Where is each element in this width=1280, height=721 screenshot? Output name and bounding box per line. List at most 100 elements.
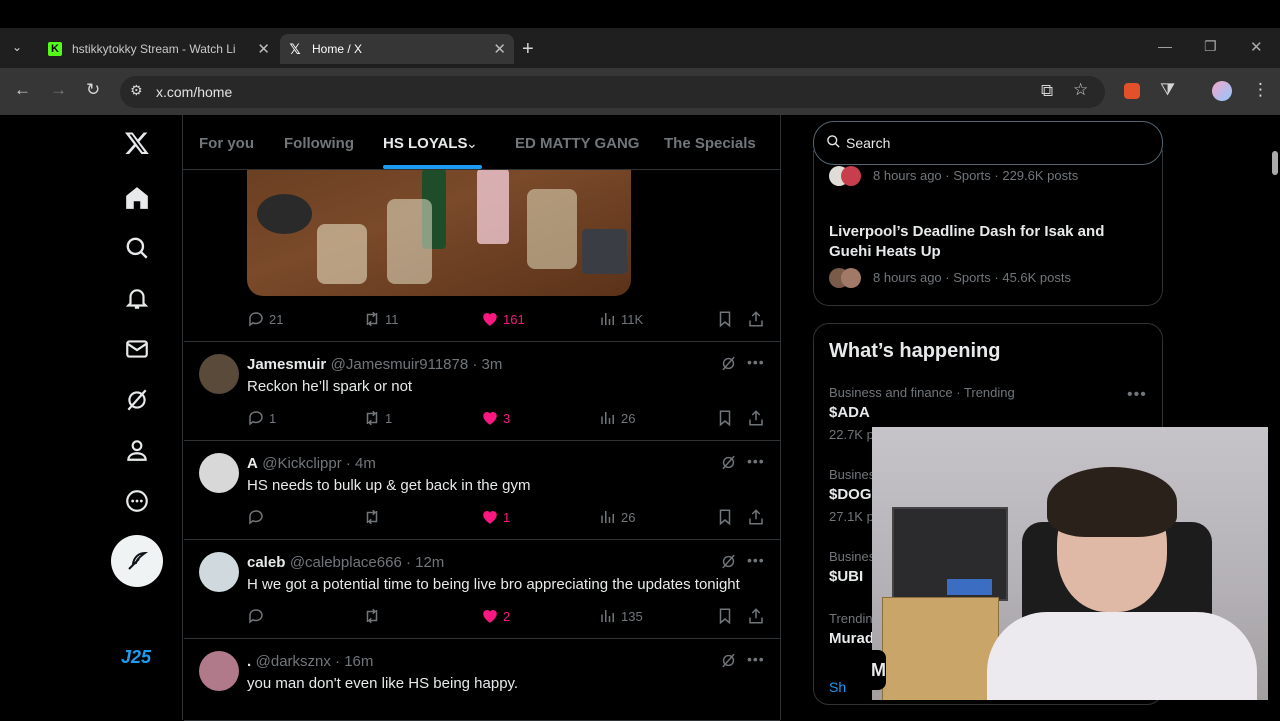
- tab-title: Home / X: [312, 42, 363, 56]
- minimize-icon[interactable]: —: [1158, 38, 1172, 54]
- trend-title[interactable]: Liverpool’s Deadline Dash for Isak and G…: [829, 222, 1149, 262]
- user-handle[interactable]: @darksznx · 16m: [256, 653, 374, 670]
- grok-explain-icon[interactable]: [720, 355, 737, 377]
- repost-action[interactable]: 1: [363, 409, 392, 427]
- profile-avatar[interactable]: [1212, 81, 1232, 101]
- address-text[interactable]: x.com/home: [156, 84, 232, 100]
- avatar[interactable]: [199, 354, 239, 394]
- address-bar[interactable]: [120, 76, 1105, 108]
- grok-explain-icon[interactable]: [720, 454, 737, 476]
- tab-following[interactable]: Following: [284, 135, 354, 152]
- messages-drawer-button[interactable]: M: [846, 650, 886, 690]
- post-header: A @Kickclippr · 4m: [247, 455, 376, 473]
- dresser: [882, 597, 999, 700]
- share-icon[interactable]: [747, 310, 765, 333]
- trend-title[interactable]: $ADA: [829, 404, 870, 421]
- trend-title[interactable]: Murad: [829, 630, 874, 647]
- scrollbar-thumb[interactable]: [1272, 151, 1278, 175]
- tab-for-you[interactable]: For you: [199, 135, 254, 152]
- bookmark-icon[interactable]: [716, 409, 734, 432]
- views-action[interactable]: 26: [599, 508, 635, 526]
- bookmark-star-icon[interactable]: ☆: [1073, 80, 1088, 100]
- user-handle[interactable]: @Kickclippr · 4m: [262, 455, 376, 472]
- user-name[interactable]: Jamesmuir: [247, 356, 326, 373]
- extensions-puzzle-icon[interactable]: ⧩: [1160, 80, 1175, 100]
- like-action[interactable]: 2: [481, 607, 510, 625]
- browser-tab-kick[interactable]: K hstikkytokky Stream - Watch Li ✕: [42, 34, 278, 64]
- views-action[interactable]: 26: [599, 409, 635, 427]
- bookmark-icon[interactable]: [716, 607, 734, 630]
- more-options-icon[interactable]: •••: [747, 552, 765, 568]
- views-action[interactable]: 135: [599, 607, 643, 625]
- avatar[interactable]: [199, 552, 239, 592]
- account-badge[interactable]: J25: [121, 647, 151, 668]
- browser-tab-x[interactable]: 𝕏 Home / X ✕: [280, 34, 514, 64]
- reply-action[interactable]: [247, 607, 269, 625]
- search-placeholder[interactable]: Search: [846, 135, 890, 151]
- forward-icon[interactable]: →: [50, 80, 67, 100]
- like-action[interactable]: 3: [481, 409, 510, 427]
- repost-icon: [366, 311, 378, 327]
- reply-action[interactable]: [247, 508, 269, 526]
- extension-icon[interactable]: [1124, 83, 1140, 99]
- tab-hs-loyals[interactable]: HS LOYALS: [383, 135, 467, 152]
- heart-filled-icon: [483, 511, 497, 524]
- more-options-icon[interactable]: •••: [1127, 386, 1147, 404]
- grok-explain-icon[interactable]: [720, 553, 737, 575]
- close-tab-icon[interactable]: ✕: [257, 40, 270, 58]
- restore-icon[interactable]: ❐: [1204, 38, 1217, 55]
- chevron-down-icon[interactable]: ⌄: [466, 135, 478, 152]
- close-window-icon[interactable]: ✕: [1250, 38, 1263, 56]
- x-logo-icon[interactable]: [118, 124, 156, 162]
- user-handle[interactable]: @calebplace666 · 12m: [290, 554, 444, 571]
- close-tab-icon[interactable]: ✕: [493, 40, 506, 58]
- tab-search-icon[interactable]: ⌄: [12, 40, 22, 54]
- notifications-bell-icon[interactable]: [118, 280, 156, 318]
- views-action[interactable]: 11K: [599, 310, 643, 328]
- box: [947, 579, 992, 595]
- user-handle[interactable]: @Jamesmuir911878 · 3m: [331, 356, 503, 373]
- repost-action[interactable]: [363, 508, 385, 526]
- reply-action[interactable]: 21: [247, 310, 283, 328]
- new-tab-icon[interactable]: +: [522, 38, 534, 61]
- user-name[interactable]: .: [247, 653, 251, 670]
- share-icon[interactable]: [747, 508, 765, 531]
- bookmark-icon[interactable]: [716, 508, 734, 531]
- install-app-icon[interactable]: ⧉: [1041, 81, 1053, 101]
- repost-icon: [366, 410, 378, 426]
- bookmark-icon[interactable]: [716, 310, 734, 333]
- more-options-icon[interactable]: •••: [747, 354, 765, 370]
- home-icon[interactable]: [118, 179, 156, 217]
- trend-title[interactable]: $UBI: [829, 568, 863, 585]
- compose-post-button[interactable]: [111, 535, 163, 587]
- grok-icon[interactable]: [118, 381, 156, 419]
- repost-action[interactable]: 11: [363, 310, 399, 328]
- tab-the-specials[interactable]: The Specials: [664, 135, 756, 152]
- share-icon[interactable]: [747, 409, 765, 432]
- menu-dots-icon[interactable]: ⋮: [1252, 80, 1269, 100]
- page-scrollbar[interactable]: [1268, 115, 1280, 720]
- tab-ed-matty-gang[interactable]: ED MATTY GANG: [515, 135, 639, 152]
- show-more-link[interactable]: Sh: [829, 679, 846, 695]
- back-icon[interactable]: ←: [14, 80, 31, 100]
- explore-search-icon[interactable]: [118, 229, 156, 267]
- reload-icon[interactable]: ↻: [86, 80, 100, 100]
- messages-mail-icon[interactable]: [118, 330, 156, 368]
- reply-action[interactable]: 1: [247, 409, 276, 427]
- site-info-icon[interactable]: ⚙: [130, 82, 143, 99]
- avatar[interactable]: [199, 453, 239, 493]
- user-name[interactable]: A: [247, 455, 258, 472]
- share-icon[interactable]: [747, 607, 765, 630]
- post-image[interactable]: [247, 169, 631, 296]
- like-action[interactable]: 1: [481, 508, 510, 526]
- more-options-icon[interactable]: •••: [747, 453, 765, 469]
- repost-count: 1: [385, 410, 393, 426]
- user-name[interactable]: caleb: [247, 554, 285, 571]
- more-circle-icon[interactable]: [118, 482, 156, 520]
- profile-icon[interactable]: [118, 431, 156, 469]
- avatar[interactable]: [199, 651, 239, 691]
- repost-action[interactable]: [363, 607, 385, 625]
- more-options-icon[interactable]: •••: [747, 651, 765, 667]
- like-action[interactable]: 161: [481, 310, 525, 328]
- grok-explain-icon[interactable]: [720, 652, 737, 674]
